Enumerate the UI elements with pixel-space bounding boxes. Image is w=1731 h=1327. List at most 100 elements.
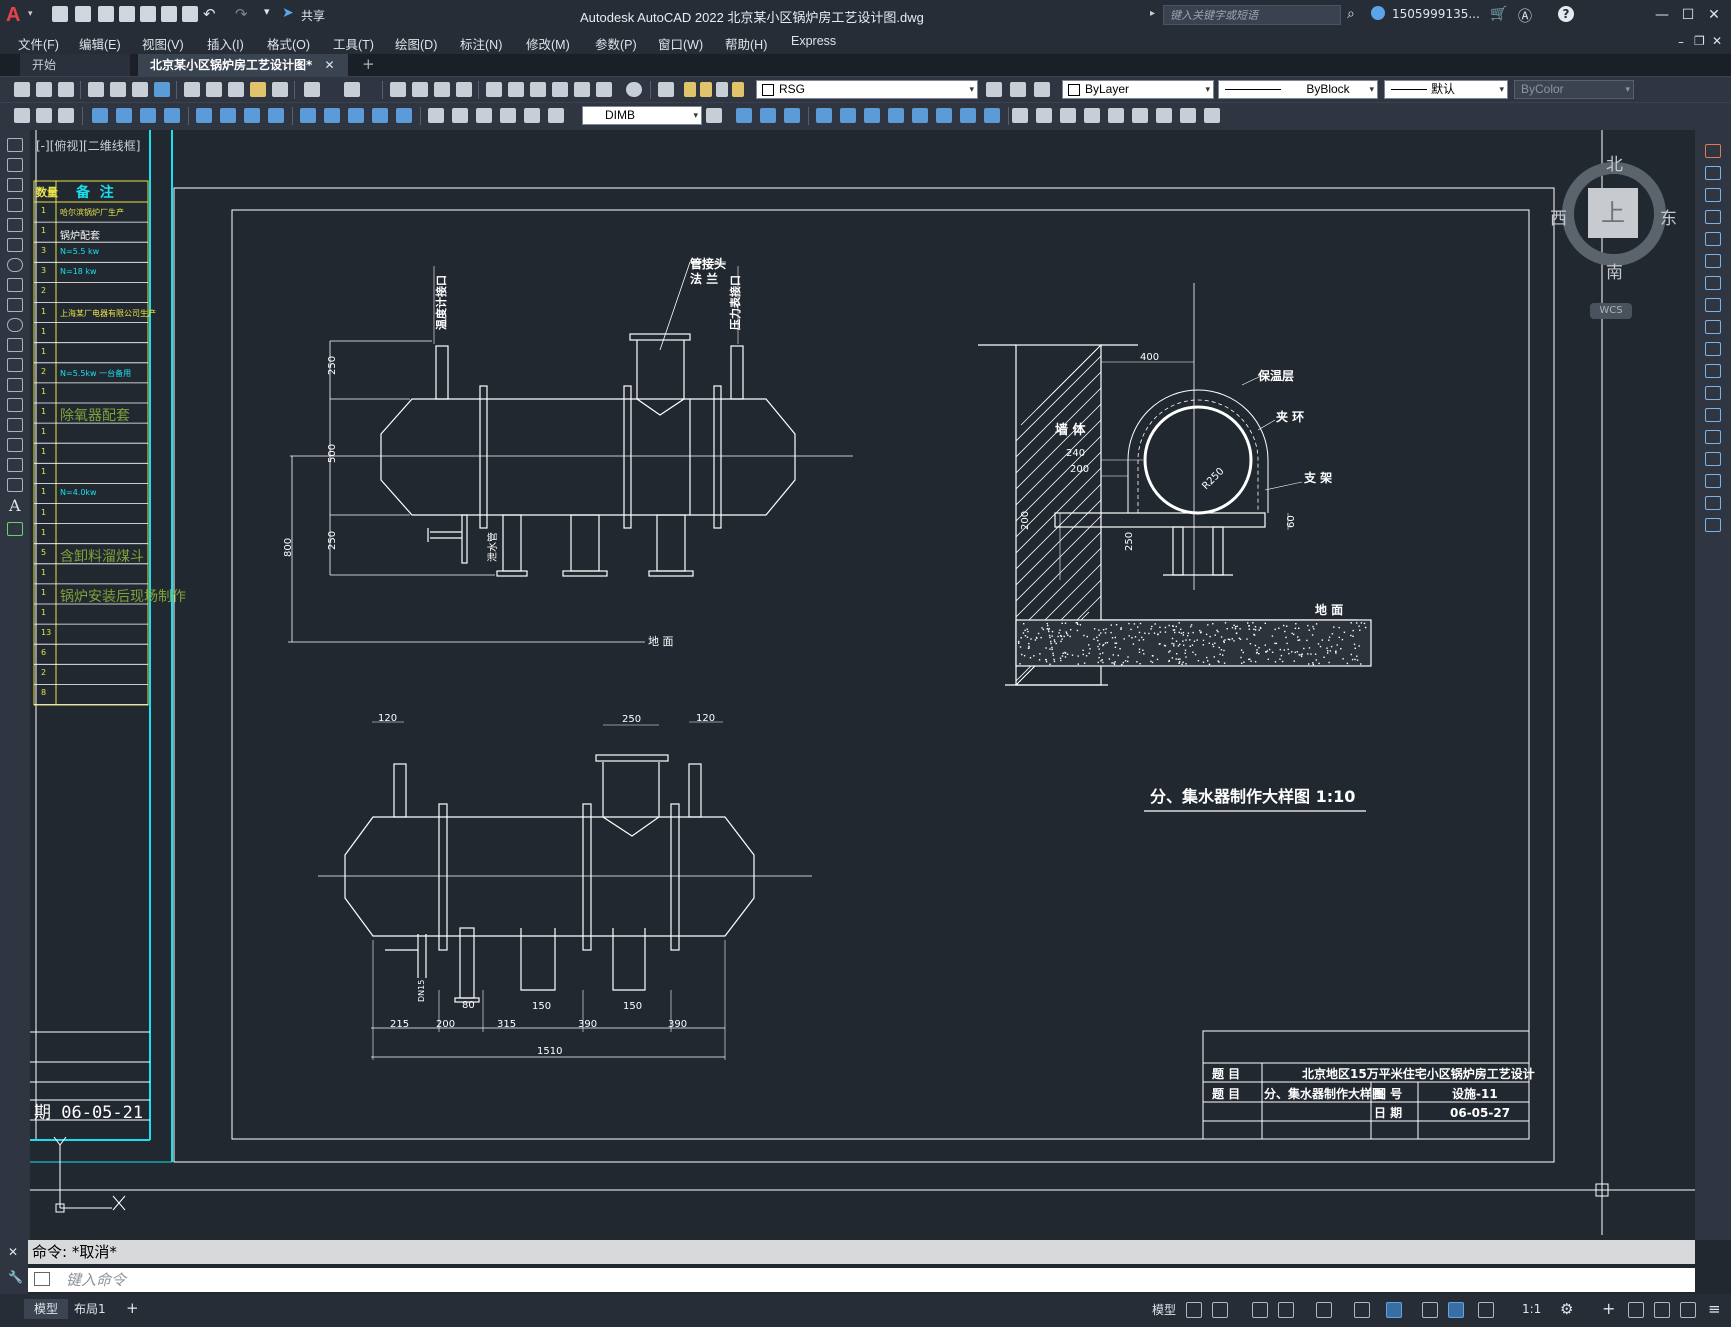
new-tab-icon[interactable]: + [362,55,375,73]
plotstyle-dropdown[interactable]: ByColor ▾ [1514,80,1634,99]
layer-previous-icon[interactable] [1010,82,1026,97]
add-selected-icon[interactable] [7,522,23,536]
recent-commands-icon[interactable] [34,1272,50,1286]
viewcube-west[interactable]: 西 [1550,204,1567,229]
array-icon[interactable] [1705,232,1721,246]
sheet-set-icon[interactable] [552,82,568,97]
menu-view[interactable]: 视图(V) [142,34,184,53]
model-space-button[interactable]: 模型 [1152,1300,1176,1320]
object-snap-tracking-icon[interactable] [1354,1302,1370,1318]
menu-format[interactable]: 格式(O) [267,34,310,53]
walk-icon[interactable] [1108,108,1124,123]
user-name[interactable]: 1505999135... [1392,7,1480,21]
command-line-handle[interactable]: ✕ 🔧 [0,1240,28,1294]
dimstyle-dropdown[interactable]: DIMB ▾ [582,106,702,125]
extend-icon[interactable] [1705,364,1721,378]
region-icon[interactable] [7,458,23,472]
polar-icon[interactable] [1278,1302,1294,1318]
print-icon[interactable] [88,82,104,97]
construction-line-icon[interactable] [7,158,23,172]
wcs-menu[interactable]: WCS [1590,303,1632,319]
3d-union-icon[interactable] [760,108,776,123]
color-dropdown[interactable]: ByLayer ▾ [1062,80,1214,99]
menu-file[interactable]: 文件(F) [18,34,59,53]
paste-icon[interactable] [228,82,244,97]
array-3d-icon[interactable] [936,108,952,123]
viewcube[interactable]: 上 北 南 东 西 [1550,150,1678,283]
ucs-previous-icon[interactable] [1180,108,1196,123]
units-icon[interactable] [1628,1302,1644,1318]
arc-length-icon[interactable] [140,108,156,123]
tab-start[interactable]: 开始 [20,54,130,76]
search-icon[interactable]: ⌕ [1347,6,1355,22]
linetype-dropdown[interactable]: ByBlock ▾ [1218,80,1378,99]
pan-icon[interactable] [390,82,406,97]
ellipse-arc-icon[interactable] [7,338,23,352]
polyline-icon[interactable] [7,178,23,192]
dim-style-icon[interactable] [706,108,722,123]
cart-icon[interactable]: 🛒 [1490,6,1507,22]
save-icon[interactable] [98,6,114,22]
dim-text-edit-icon[interactable] [548,108,564,123]
rotate-3d-icon[interactable] [864,108,880,123]
mirror-3d-icon[interactable] [912,108,928,123]
layer-dropdown[interactable]: RSG ▾ [756,80,978,99]
break-at-point-icon[interactable] [1705,386,1721,400]
fillet-icon[interactable] [1705,474,1721,488]
align-3d-icon[interactable] [888,108,904,123]
ucs-face-icon[interactable] [1204,108,1220,123]
lineweight-dropdown[interactable]: 默认 ▾ [1384,80,1508,99]
layer-tool-icon[interactable] [36,108,52,123]
explode-icon[interactable] [1705,518,1721,532]
block-editor-icon[interactable] [272,82,288,97]
menu-parameter[interactable]: 参数(P) [595,34,637,53]
menu-help[interactable]: 帮助(H) [725,34,767,53]
copy-object-icon[interactable] [1705,166,1721,180]
menu-window[interactable]: 窗口(W) [658,34,703,53]
jogged-dim-icon[interactable] [220,108,236,123]
inspect-icon[interactable] [476,108,492,123]
mirror-icon[interactable] [1705,188,1721,202]
isodraft-icon[interactable] [1316,1302,1332,1318]
design-center-icon[interactable] [508,82,524,97]
spline-icon[interactable] [7,298,23,312]
workspace-gear-icon[interactable]: ⚙ [1560,1300,1573,1318]
layer-on-icon[interactable] [684,82,696,97]
rectangle-icon[interactable] [7,218,23,232]
menu-tools[interactable]: 工具(T) [333,34,374,53]
dim-break-icon[interactable] [396,108,412,123]
customize-status-icon[interactable]: ≡ [1708,1300,1721,1318]
add-layout-icon[interactable]: + [126,1299,139,1317]
publish-icon[interactable] [132,82,148,97]
auto-scale-icon[interactable] [1478,1302,1494,1318]
open-web-icon[interactable] [140,6,156,22]
lineweight-icon[interactable] [1422,1302,1438,1318]
angular-dim-icon[interactable] [268,108,284,123]
break-icon[interactable] [1705,408,1721,422]
doc-minimize-icon[interactable]: – [1678,35,1684,49]
drawing-canvas[interactable]: 250 500 250 800 温度计接口 管接头 法 兰 压力表接口 泄水管 … [30,130,1695,1240]
user-icon[interactable] [1371,6,1385,20]
zoom-realtime-icon[interactable] [412,82,428,97]
hatch-icon[interactable] [7,418,23,432]
tab-close-icon[interactable]: ✕ [324,58,334,72]
menu-draw[interactable]: 绘图(D) [395,34,437,53]
section-icon[interactable] [984,108,1000,123]
share-icon[interactable]: ➤ [282,5,294,21]
join-icon[interactable] [1705,430,1721,444]
redo-tool-icon[interactable] [344,82,360,97]
command-input[interactable]: 键入命令 [28,1268,1695,1292]
help-tool-icon[interactable] [626,82,642,97]
redo-icon[interactable]: ↷ [235,5,248,23]
linear-dim-icon[interactable] [92,108,108,123]
point-icon[interactable] [7,398,23,412]
new-file-icon[interactable] [52,6,68,22]
save-as-icon[interactable] [119,6,135,22]
tab-layout1[interactable]: 布局1 [64,1299,116,1319]
make-current-icon[interactable] [986,82,1002,97]
viewcube-top-face[interactable]: 上 [1588,188,1638,238]
open-icon[interactable] [36,82,52,97]
table-icon[interactable] [7,478,23,492]
maximize-icon[interactable]: ☐ [1678,5,1698,25]
properties-icon[interactable] [486,82,502,97]
